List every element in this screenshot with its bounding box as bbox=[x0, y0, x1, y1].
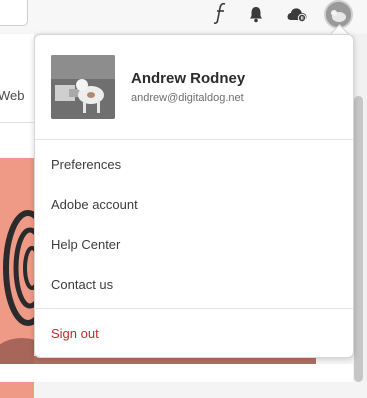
menu-item-preferences[interactable]: Preferences bbox=[35, 147, 353, 183]
web-tab-label[interactable]: Web bbox=[0, 88, 25, 103]
menu-item-help-center[interactable]: Help Center bbox=[35, 227, 353, 263]
page-bottom-strip bbox=[0, 364, 353, 382]
font-icon[interactable] bbox=[212, 2, 230, 24]
top-app-bar bbox=[0, 0, 367, 33]
left-divider bbox=[0, 122, 34, 123]
menu-item-contact-us[interactable]: Contact us bbox=[35, 267, 353, 303]
avatar-dog-image bbox=[326, 2, 351, 27]
artwork-swirl-image bbox=[0, 210, 34, 378]
profile-divider bbox=[35, 139, 353, 140]
account-menu-popover: Andrew Rodney andrew@digitaldog.net Pref… bbox=[34, 34, 354, 358]
cloud-sync-icon[interactable] bbox=[285, 5, 309, 23]
sign-out-button[interactable]: Sign out bbox=[35, 316, 353, 352]
scrollbar-thumb[interactable] bbox=[354, 96, 363, 382]
profile-photo bbox=[51, 55, 115, 119]
user-name: Andrew Rodney bbox=[131, 70, 246, 87]
background-artwork bbox=[0, 158, 34, 398]
notifications-bell-icon[interactable] bbox=[247, 5, 265, 23]
signout-divider bbox=[35, 308, 353, 309]
search-box[interactable] bbox=[0, 0, 28, 26]
profile-dog-image bbox=[51, 55, 115, 119]
left-background-panel: Web bbox=[0, 34, 34, 398]
menu-item-adobe-account[interactable]: Adobe account bbox=[35, 187, 353, 223]
user-email: andrew@digitaldog.net bbox=[131, 92, 244, 104]
